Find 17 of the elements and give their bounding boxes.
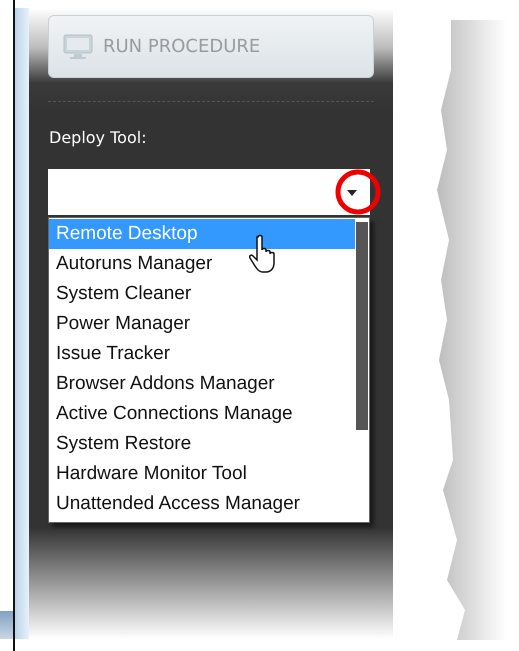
highlight-circle — [334, 168, 382, 216]
dropdown-option[interactable]: System Restore — [49, 429, 355, 459]
dropdown-option[interactable]: Autoruns Manager — [49, 249, 355, 279]
deploy-tool-label: Deploy Tool: — [49, 128, 148, 147]
dropdown-option[interactable]: Unattended Access Manager — [49, 489, 355, 519]
scrollbar[interactable] — [355, 218, 369, 522]
dropdown-option[interactable]: Issue Tracker — [49, 339, 355, 369]
dropdown-option[interactable]: System Cleaner — [49, 279, 355, 309]
dropdown-option[interactable]: Active Connections Manage — [49, 399, 355, 429]
taskbar-fragment — [0, 611, 13, 639]
deploy-tool-dropdown[interactable] — [48, 169, 370, 215]
dropdown-option[interactable]: Hardware Monitor Tool — [49, 459, 355, 489]
dropdown-option[interactable]: Power Manager — [49, 309, 355, 339]
caret-icon — [346, 189, 358, 197]
dropdown-option[interactable]: Browser Addons Manager — [49, 369, 355, 399]
monitor-icon — [63, 34, 93, 60]
scrollbar-thumb[interactable] — [356, 222, 368, 430]
